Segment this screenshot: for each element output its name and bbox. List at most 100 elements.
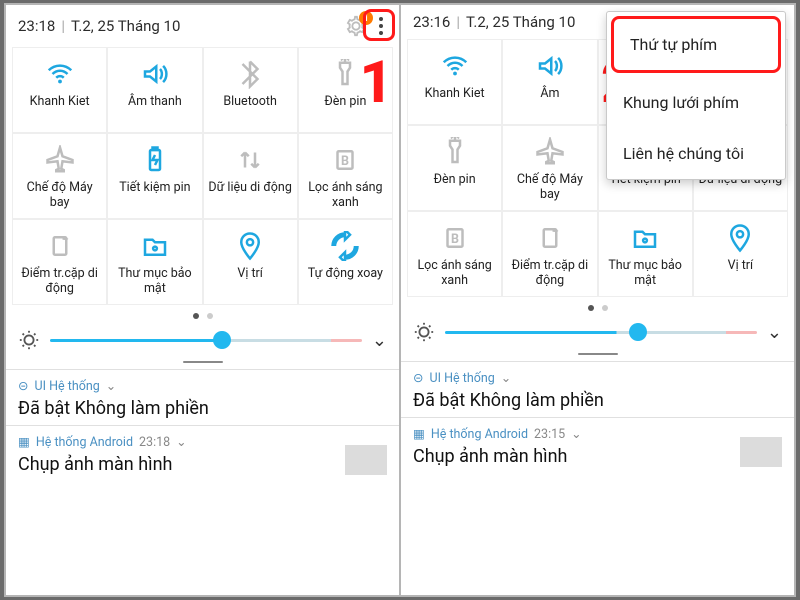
hotspot-icon <box>535 218 565 258</box>
notification-dnd[interactable]: ⊝ UI Hệ thống ⌄ Đã bật Không làm phiền <box>6 369 399 425</box>
tile-label: Vị trí <box>726 258 756 273</box>
tile-label: Chế độ Máy bay <box>505 172 594 202</box>
tile-bluetooth[interactable]: Bluetooth <box>203 47 298 133</box>
tile-label: Âm thanh <box>126 94 184 109</box>
rotate-icon <box>330 226 360 266</box>
dnd-icon: ⊝ <box>413 370 423 386</box>
location-icon <box>725 218 755 258</box>
tile-hotspot[interactable]: Điểm tr.cặp di động <box>12 219 107 305</box>
tile-label: Tiết kiệm pin <box>117 180 192 195</box>
notification-screenshot[interactable]: ▦ Hệ thống Android 23:15 ⌄ Chụp ảnh màn … <box>401 417 794 473</box>
tile-volume[interactable]: Âm thanh <box>107 47 202 133</box>
popup-item-contact-us[interactable]: Liên hệ chúng tôi <box>607 128 785 179</box>
tile-bluelight[interactable]: B Lọc ánh sáng xanh <box>407 211 502 297</box>
tile-data[interactable]: Dữ liệu di động <box>203 133 298 219</box>
tile-securefolder[interactable]: Thư mục bảo mật <box>107 219 202 305</box>
tile-battery[interactable]: Tiết kiệm pin <box>107 133 202 219</box>
page-dots <box>401 297 794 317</box>
drag-handle[interactable] <box>6 355 399 369</box>
screenshot-thumbnail <box>740 437 782 467</box>
expand-chevron-icon[interactable]: ⌄ <box>372 330 387 351</box>
tile-label: Khanh Kiet <box>423 86 487 101</box>
volume-icon <box>140 54 170 94</box>
image-icon: ▦ <box>18 434 30 450</box>
volume-icon <box>535 46 565 86</box>
notification-dnd[interactable]: ⊝ UI Hệ thống ⌄ Đã bật Không làm phiền <box>401 361 794 417</box>
tile-label: Bluetooth <box>221 94 279 109</box>
tile-label: Tự động xoay <box>306 266 385 281</box>
tile-label: Chế độ Máy bay <box>15 180 104 210</box>
tile-label: Lọc ánh sáng xanh <box>410 258 499 288</box>
highlight-more-button <box>363 9 395 41</box>
bluelight-icon: B <box>440 218 470 258</box>
wifi-icon <box>45 54 75 94</box>
screenshot-thumbnail <box>345 445 387 475</box>
tile-securefolder[interactable]: Thư mục bảo mật <box>598 211 693 297</box>
clock: 23:18 <box>18 17 55 35</box>
tile-label: Điểm tr.cặp di động <box>505 258 594 288</box>
brightness-icon <box>18 329 40 351</box>
panel-step-2: 23:16 | T.2, 25 Tháng 10 Thứ tự phím Khu… <box>400 5 794 595</box>
popup-item-button-order[interactable]: Thứ tự phím <box>611 16 781 73</box>
notif-title: Chụp ảnh màn hình <box>413 446 782 467</box>
brightness-slider[interactable] <box>445 331 757 334</box>
svg-text:B: B <box>451 232 459 247</box>
tile-label: Đèn pin <box>432 172 478 187</box>
expand-chevron-icon[interactable]: ⌄ <box>767 322 782 343</box>
notif-app: UI Hệ thống <box>429 371 494 386</box>
tile-hotspot[interactable]: Điểm tr.cặp di động <box>502 211 597 297</box>
location-icon <box>235 226 265 266</box>
page-dots <box>6 305 399 325</box>
quick-tiles-grid: Khanh KietÂm thanhBluetoothĐèn pinChế độ… <box>6 43 399 305</box>
flashlight-icon <box>440 132 470 172</box>
bluetooth-icon <box>235 54 265 94</box>
svg-text:B: B <box>341 154 349 169</box>
tile-label: Thư mục bảo mật <box>601 258 690 288</box>
tile-label: Khanh Kiet <box>28 94 92 109</box>
battery-icon <box>140 140 170 180</box>
brightness-row: ⌄ <box>6 325 399 355</box>
tile-airplane[interactable]: Chế độ Máy bay <box>502 125 597 211</box>
panel-step-1: 23:18 | T.2, 25 Tháng 10 1 1 Khanh Kiet Â… <box>6 5 400 595</box>
step-number-1: 1 <box>360 49 393 117</box>
tile-rotate[interactable]: Tự động xoay <box>298 219 393 305</box>
tile-wifi[interactable]: Khanh Kiet <box>12 47 107 133</box>
notif-title: Đã bật Không làm phiền <box>413 390 782 411</box>
tile-wifi[interactable]: Khanh Kiet <box>407 39 502 125</box>
notif-time: 23:18 <box>139 435 170 450</box>
securefolder-icon <box>630 218 660 258</box>
popup-item-button-grid[interactable]: Khung lưới phím <box>607 77 785 128</box>
status-bar: 23:18 | T.2, 25 Tháng 10 1 <box>6 5 399 43</box>
flashlight-icon <box>330 54 360 94</box>
more-menu-popup: Thứ tự phím Khung lưới phím Liên hệ chún… <box>606 11 786 180</box>
dnd-icon: ⊝ <box>18 378 28 394</box>
clock: 23:16 <box>413 13 450 31</box>
brightness-row: ⌄ <box>401 317 794 347</box>
hotspot-icon <box>45 226 75 266</box>
date: T.2, 25 Tháng 10 <box>466 13 575 31</box>
wifi-icon <box>440 46 470 86</box>
tile-label: Vị trí <box>235 266 265 281</box>
tile-airplane[interactable]: Chế độ Máy bay <box>12 133 107 219</box>
tile-volume[interactable]: Âm <box>502 39 597 125</box>
notification-screenshot[interactable]: ▦ Hệ thống Android 23:18 ⌄ Chụp ảnh màn … <box>6 425 399 481</box>
notif-app: Hệ thống Android <box>36 435 133 450</box>
drag-handle[interactable] <box>401 347 794 361</box>
bluelight-icon: B <box>330 140 360 180</box>
securefolder-icon <box>140 226 170 266</box>
airplane-icon <box>535 132 565 172</box>
data-icon <box>235 140 265 180</box>
notif-app: UI Hệ thống <box>34 379 99 394</box>
tile-location[interactable]: Vị trí <box>203 219 298 305</box>
notif-time: 23:15 <box>534 427 565 442</box>
tile-label: Điểm tr.cặp di động <box>15 266 104 296</box>
tile-label: Dữ liệu di động <box>206 180 293 195</box>
date: T.2, 25 Tháng 10 <box>71 17 180 35</box>
tile-label: Âm <box>538 86 561 101</box>
tile-location[interactable]: Vị trí <box>693 211 788 297</box>
tile-bluelight[interactable]: BLọc ánh sáng xanh <box>298 133 393 219</box>
tile-flashlight[interactable]: Đèn pin <box>407 125 502 211</box>
brightness-slider[interactable] <box>50 339 362 342</box>
tile-label: Thư mục bảo mật <box>110 266 199 296</box>
image-icon: ▦ <box>413 426 425 442</box>
